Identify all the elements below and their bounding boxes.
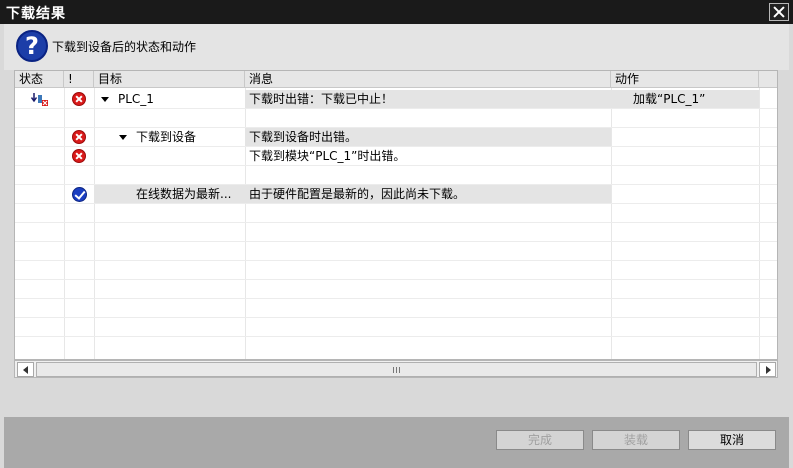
column-header-severity[interactable]: ! (64, 71, 94, 88)
download-results-dialog: 下载结果 ? 下载到设备后的状态和动作 状态 ! 目标 消息 动作 PLC_1 … (0, 0, 793, 468)
message-cell: 下载到模块“PLC_1”时出错。 (249, 149, 406, 163)
error-icon (72, 92, 86, 106)
message-cell: 由于硬件配置是最新的，因此尚未下载。 (249, 187, 466, 201)
error-icon (72, 149, 86, 163)
results-table: 状态 ! 目标 消息 动作 PLC_1 下载时出错：下载已中止！ 加载“PLC_… (14, 70, 778, 360)
target-online-data[interactable]: 在线数据为最新... (136, 185, 231, 203)
expand-triangle-icon[interactable] (119, 135, 127, 140)
question-icon: ? (16, 30, 48, 62)
grid-line (15, 222, 777, 223)
scroll-right-button[interactable] (759, 362, 776, 377)
grid-line (15, 336, 777, 337)
header-text: 下载到设备后的状态和动作 (52, 40, 197, 54)
cancel-button[interactable]: 取消 (688, 430, 776, 450)
target-download-to-device[interactable]: 下载到设备 (136, 128, 196, 146)
dialog-title: 下载结果 (6, 6, 66, 22)
close-icon[interactable] (769, 3, 789, 21)
chevron-right-icon (766, 366, 771, 374)
table-header: 状态 ! 目标 消息 动作 (15, 71, 777, 88)
grid-line (15, 260, 777, 261)
grid-line (15, 317, 777, 318)
grid-line (64, 88, 65, 359)
grid-line (15, 279, 777, 280)
column-header-status[interactable]: 状态 (15, 71, 64, 88)
column-header-action[interactable]: 动作 (611, 71, 759, 88)
finish-button[interactable]: 完成 (496, 430, 584, 450)
download-error-icon (30, 92, 49, 106)
grid-line (94, 88, 95, 359)
message-cell: 下载到设备时出错。 (249, 130, 358, 144)
grid-line (15, 165, 777, 166)
check-icon (72, 187, 87, 202)
load-button[interactable]: 装载 (592, 430, 680, 450)
target-plc1[interactable]: PLC_1 (118, 90, 154, 108)
header-panel: ? 下载到设备后的状态和动作 (4, 24, 789, 70)
scroll-thumb[interactable] (36, 362, 757, 377)
chevron-left-icon (23, 366, 28, 374)
grip-icon (393, 367, 400, 373)
grid-line (15, 203, 777, 204)
message-cell: 下载时出错：下载已中止！ (249, 92, 394, 106)
grid-line (15, 298, 777, 299)
grid-line (15, 108, 777, 109)
title-bar: 下载结果 (0, 0, 793, 24)
error-icon (72, 130, 86, 144)
grid-line (759, 88, 760, 359)
column-header-target[interactable]: 目标 (94, 71, 245, 88)
column-header-message[interactable]: 消息 (245, 71, 611, 88)
action-cell[interactable]: 加载“PLC_1” (633, 90, 705, 108)
scroll-left-button[interactable] (17, 362, 34, 377)
grid-line (611, 88, 612, 359)
horizontal-scrollbar[interactable] (14, 360, 778, 378)
expand-triangle-icon[interactable] (101, 97, 109, 102)
footer-bar: 完成 装载 取消 (4, 417, 789, 468)
grid-line (15, 241, 777, 242)
